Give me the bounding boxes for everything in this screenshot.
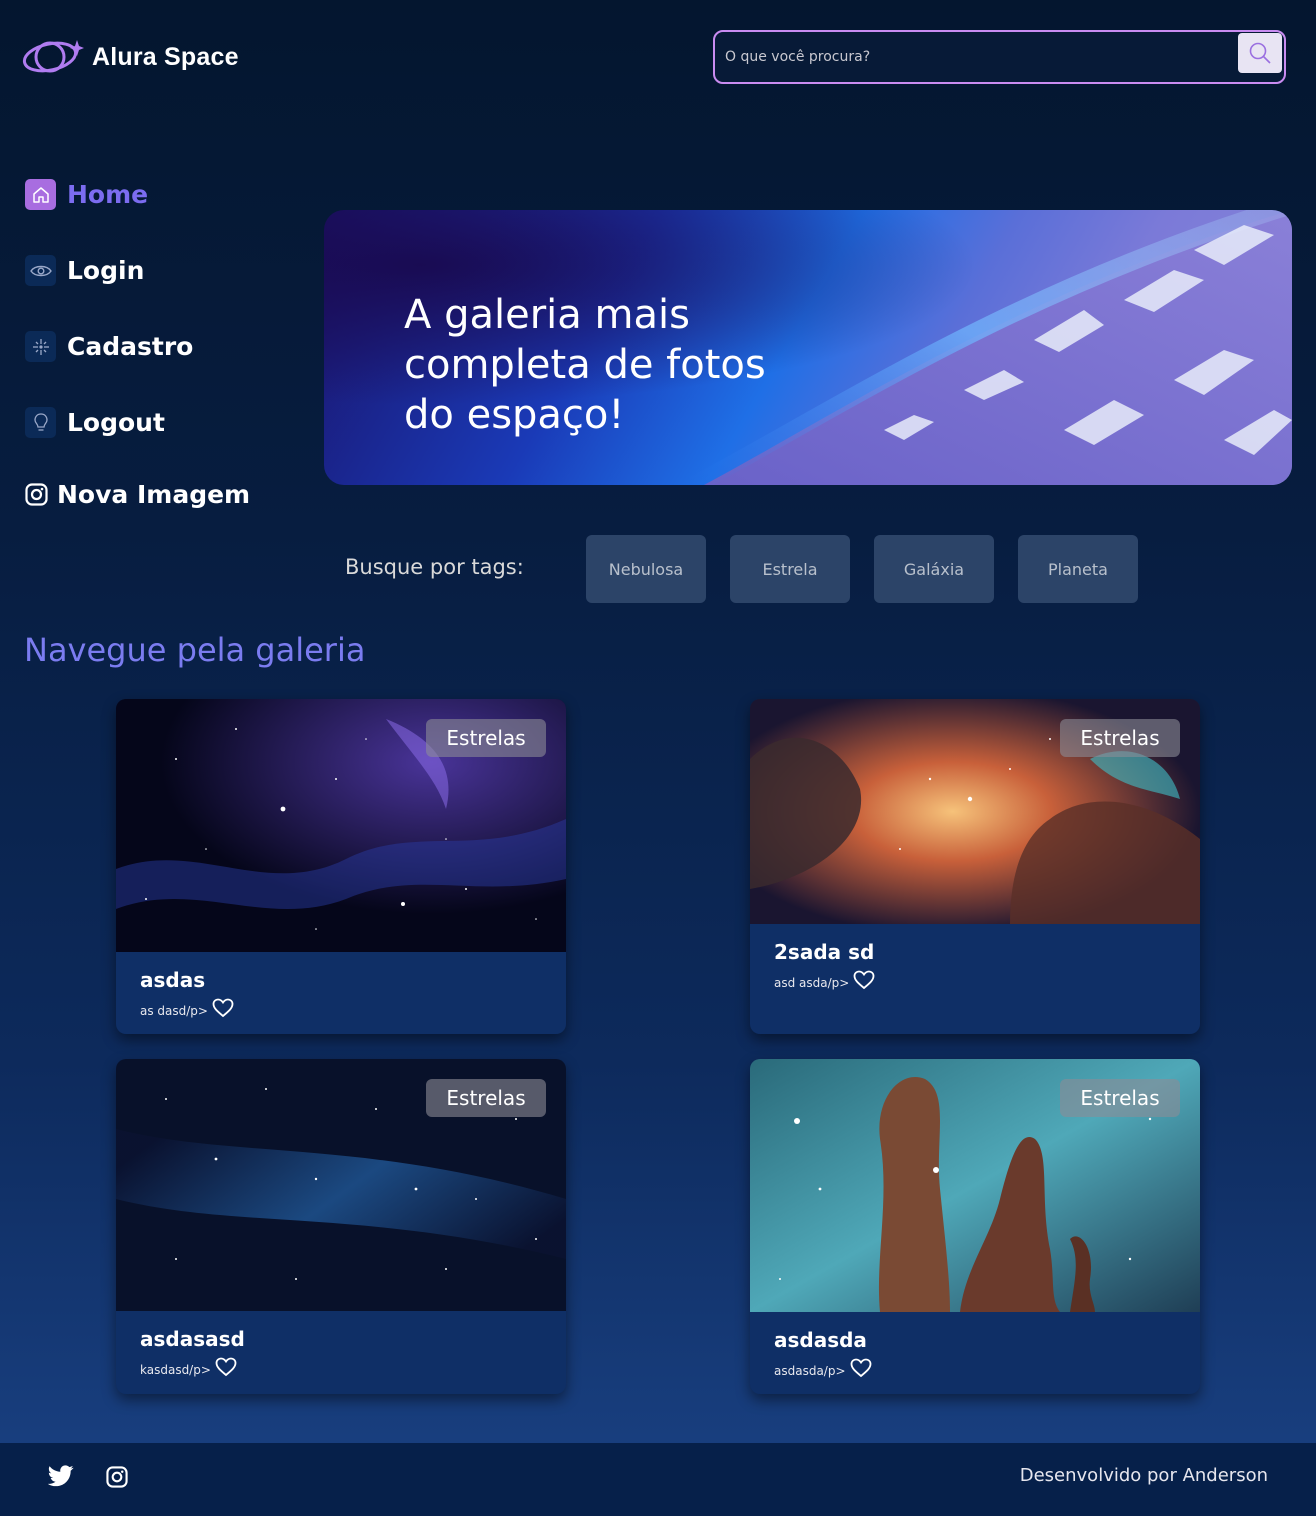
card-tag-badge: Estrelas (1060, 719, 1180, 757)
sidebar-item-label: Cadastro (67, 332, 194, 361)
tag-button-planeta[interactable]: Planeta (1018, 535, 1138, 603)
search-bar (713, 30, 1286, 84)
gallery-card[interactable]: Estrelas asdas as dasd/p> (116, 699, 566, 1034)
card-title: asdas (140, 968, 206, 992)
instagram-icon (25, 483, 48, 506)
twitter-icon[interactable] (47, 1465, 74, 1491)
gallery-card[interactable]: Estrelas 2sada sd asd asda/p> (750, 699, 1200, 1034)
lightbulb-icon (25, 407, 56, 438)
card-description: asdasda/p> (774, 1364, 846, 1378)
hero-banner: A galeria mais completa de fotos do espa… (324, 210, 1292, 485)
gallery-card[interactable]: Estrelas asdasda asdasda/p> (750, 1059, 1200, 1394)
card-tag-badge: Estrelas (1060, 1079, 1180, 1117)
gallery-title: Navegue pela galeria (24, 631, 366, 669)
card-title: asdasasd (140, 1327, 245, 1351)
logo-text: Alura Space (92, 42, 239, 71)
sidebar-item-label: Login (67, 256, 145, 285)
tag-button-estrela[interactable]: Estrela (730, 535, 850, 603)
eye-icon (25, 255, 56, 286)
card-title: asdasda (774, 1328, 867, 1352)
search-button[interactable] (1238, 33, 1282, 73)
tags-label: Busque por tags: (345, 555, 524, 579)
sidebar-item-home[interactable]: Home (25, 179, 148, 210)
sidebar-item-nova-imagem[interactable]: Nova Imagem (25, 480, 250, 509)
sidebar-item-label: Home (67, 180, 149, 209)
home-icon (25, 179, 56, 210)
card-description: as dasd/p> (140, 1004, 208, 1018)
sidebar-item-label: Nova Imagem (57, 480, 251, 509)
gallery-card[interactable]: Estrelas asdasasd kasdasd/p> (116, 1059, 566, 1394)
card-title: 2sada sd (774, 940, 875, 964)
card-image[interactable]: Estrelas (750, 1059, 1200, 1312)
card-description: asd asda/p> (774, 976, 850, 990)
card-image[interactable]: Estrelas (116, 699, 566, 952)
tag-button-nebulosa[interactable]: Nebulosa (586, 535, 706, 603)
sidebar-item-cadastro[interactable]: Cadastro (25, 331, 193, 362)
footer-credit: Desenvolvido por Anderson (1019, 1465, 1268, 1486)
sidebar-item-logout[interactable]: Logout (25, 407, 165, 438)
card-tag-badge: Estrelas (426, 719, 546, 757)
card-tag-badge: Estrelas (426, 1079, 546, 1117)
sidebar-item-login[interactable]: Login (25, 255, 144, 286)
sidebar-item-label: Logout (67, 408, 165, 437)
card-description: kasdasd/p> (140, 1363, 211, 1377)
sparkle-icon (25, 331, 56, 362)
banner-title: A galeria mais completa de fotos do espa… (404, 292, 766, 438)
tag-button-galaxia[interactable]: Galáxia (874, 535, 994, 603)
heart-icon[interactable] (215, 1357, 237, 1377)
planet-logo-icon (22, 40, 84, 73)
card-image[interactable]: Estrelas (750, 699, 1200, 924)
search-icon (1249, 42, 1271, 64)
heart-icon[interactable] (212, 998, 234, 1018)
logo[interactable]: Alura Space (22, 35, 239, 79)
heart-icon[interactable] (850, 1358, 872, 1378)
heart-icon[interactable] (853, 970, 875, 990)
instagram-icon[interactable] (106, 1466, 128, 1492)
footer: Desenvolvido por Anderson (0, 1443, 1316, 1516)
search-input[interactable] (725, 42, 1225, 72)
card-image[interactable]: Estrelas (116, 1059, 566, 1311)
